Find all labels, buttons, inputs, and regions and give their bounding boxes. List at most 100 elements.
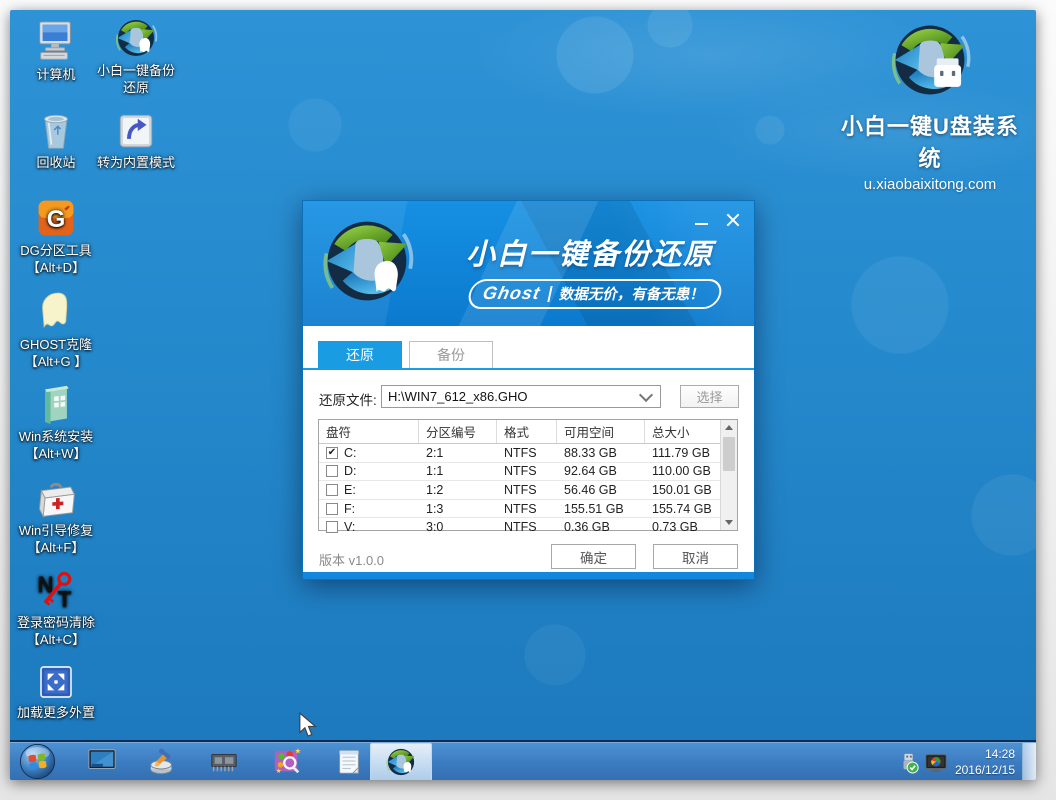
dialog-title: 小白一键备份还原 (466, 231, 746, 273)
desktop-icon-label: Win引导修复 (10, 522, 102, 539)
branding: 小白一键U盘装系统 u.xiaobaixitong.com (832, 18, 1028, 193)
table-row[interactable]: V: 3:0 NTFS 0.36 GB 0.73 GB (319, 518, 737, 536)
partition-table: 盘符 分区编号 格式 可用空间 总大小 ✔C: 2:1 NTFS 88.33 G… (318, 419, 738, 531)
ok-button[interactable]: 确定 (551, 544, 636, 569)
xiaobai-ghost-logo-icon (319, 213, 415, 309)
taskbar-disk-cleanup-icon[interactable] (148, 746, 178, 776)
nt-password-key-icon: N T (10, 566, 102, 612)
taskbar-active-app-xiaobai[interactable] (370, 743, 432, 780)
desktop-icon-recycle-bin[interactable]: 回收站 (10, 106, 102, 171)
desktop-icon-label: 计算机 (10, 66, 102, 83)
scroll-up-button[interactable] (721, 420, 737, 435)
software-box-icon (10, 380, 102, 426)
checkbox[interactable] (326, 465, 338, 477)
minimize-icon (695, 223, 708, 225)
checkbox[interactable] (326, 503, 338, 515)
backup-restore-dialog: 小白一键备份还原 Ghost 数据无价，有备无患！ 还原 备份 还原文件: H:… (302, 200, 755, 580)
desktop-icon-win-install[interactable]: Win系统安装 【Alt+W】 (10, 380, 102, 462)
toolbox-icon (10, 474, 102, 520)
branding-url: u.xiaobaixitong.com (832, 176, 1028, 193)
show-desktop-button[interactable] (1022, 743, 1036, 780)
tab-underline (303, 368, 754, 370)
slogan: 数据无价，有备无患！ (558, 283, 707, 304)
col-free: 可用空间 (557, 420, 645, 443)
restore-file-value: H:\WIN7_612_x86.GHO (382, 389, 641, 404)
desktop-icon-password-clear[interactable]: N T 登录密码清除 【Alt+C】 (10, 566, 102, 648)
desktop-icon-label: 【Alt+F】 (10, 539, 102, 556)
tray-date: 2016/12/15 (940, 762, 1015, 778)
table-row[interactable]: E: 1:2 NTFS 56.46 GB 150.01 GB (319, 481, 737, 500)
taskbar-paint-icon[interactable]: ★ ★ (272, 746, 302, 776)
minimize-button[interactable] (688, 209, 714, 231)
desktop-icon-label: Win系统安装 (10, 428, 102, 445)
xiaobai-ghost-logo-icon (385, 746, 417, 778)
checkbox[interactable]: ✔ (326, 447, 338, 459)
desktop-icon-win-boot-repair[interactable]: Win引导修复 【Alt+F】 (10, 474, 102, 556)
desktop-icon-label: 小白一键备份 (90, 62, 182, 79)
ghost-icon (10, 288, 102, 334)
taskbar-notepad-icon[interactable] (334, 746, 364, 776)
scroll-down-button[interactable] (721, 515, 737, 530)
desktop-icon-label: 加载更多外置 (10, 704, 102, 721)
table-row[interactable]: D: 1:1 NTFS 92.64 GB 110.00 GB (319, 463, 737, 482)
checkbox[interactable] (326, 521, 338, 533)
desktop-icon-label: 回收站 (10, 154, 102, 171)
taskbar-memory-icon[interactable] (209, 746, 239, 776)
col-drive: 盘符 (319, 420, 419, 443)
choose-button[interactable]: 选择 (680, 385, 739, 408)
xiaobai-backup-logo-icon (90, 14, 182, 60)
desktop-icon-label: 【Alt+G 】 (10, 353, 102, 370)
desktop-icon-computer[interactable]: 计算机 (10, 18, 102, 83)
svg-text:T: T (58, 587, 72, 612)
table-row[interactable]: F: 1:3 NTFS 155.51 GB 155.74 GB (319, 500, 737, 519)
chevron-down-icon (639, 387, 653, 401)
badge-divider (547, 286, 552, 302)
tray-time: 14:28 (940, 746, 1015, 762)
desktop-icon-ghost-clone[interactable]: GHOST克隆 【Alt+G 】 (10, 288, 102, 370)
desktop-icon-label: 【Alt+C】 (10, 631, 102, 648)
tray-clock[interactable]: 14:28 2016/12/15 (940, 746, 1015, 778)
taskbar: ★ ★ (10, 740, 1036, 780)
restore-file-combobox[interactable]: H:\WIN7_612_x86.GHO (381, 385, 661, 408)
desktop-icon-label: 【Alt+W】 (10, 445, 102, 462)
desktop-icon-label: 转为内置模式 (90, 154, 182, 171)
shortcut-arrow-icon (90, 106, 182, 152)
mouse-cursor (298, 712, 320, 740)
diskgenius-icon: G (10, 194, 102, 240)
desktop-icon-label: 还原 (90, 79, 182, 96)
checkbox[interactable] (326, 484, 338, 496)
scrollbar-thumb[interactable] (723, 437, 735, 471)
version-label: 版本 v1.0.0 (319, 550, 384, 569)
close-button[interactable] (720, 209, 746, 231)
expand-arrows-icon (10, 656, 102, 702)
desktop-icon-internal-mode[interactable]: 转为内置模式 (90, 106, 182, 171)
svg-text:★: ★ (276, 767, 282, 775)
restore-file-label: 还原文件: (319, 389, 377, 409)
chevron-up-icon (725, 425, 733, 430)
recycle-bin-icon (10, 106, 102, 152)
desktop-icon-load-more[interactable]: 加载更多外置 (10, 656, 102, 721)
desktop-icon-label: DG分区工具 (10, 242, 102, 259)
tab-restore[interactable]: 还原 (318, 341, 402, 368)
tab-backup[interactable]: 备份 (409, 341, 493, 368)
desktop: 计算机 小白一键备份 还原 回收站 (10, 10, 1036, 780)
col-total: 总大小 (645, 420, 722, 443)
table-scrollbar[interactable] (720, 420, 737, 530)
computer-icon (10, 18, 102, 64)
svg-text:G: G (47, 206, 66, 233)
cancel-button[interactable]: 取消 (653, 544, 738, 569)
desktop-icon-xiaobai-backup[interactable]: 小白一键备份 还原 (90, 14, 182, 96)
desktop-icon-label: 【Alt+D】 (10, 259, 102, 276)
dialog-banner: 小白一键备份还原 Ghost 数据无价，有备无患！ (303, 201, 754, 326)
tray-usb-icon[interactable] (898, 752, 920, 774)
desktop-icon-dg-partition[interactable]: G DG分区工具 【Alt+D】 (10, 194, 102, 276)
desktop-icon-label: GHOST克隆 (10, 336, 102, 353)
taskbar-display-settings-icon[interactable] (87, 746, 117, 776)
xiaobai-usb-logo-icon (888, 18, 972, 102)
dialog-bottom-strip (303, 572, 754, 579)
col-format: 格式 (497, 420, 557, 443)
start-button[interactable] (19, 743, 56, 780)
desktop-icon-label: 登录密码清除 (10, 614, 102, 631)
chevron-down-icon (725, 520, 733, 525)
table-row[interactable]: ✔C: 2:1 NTFS 88.33 GB 111.79 GB (319, 444, 737, 463)
